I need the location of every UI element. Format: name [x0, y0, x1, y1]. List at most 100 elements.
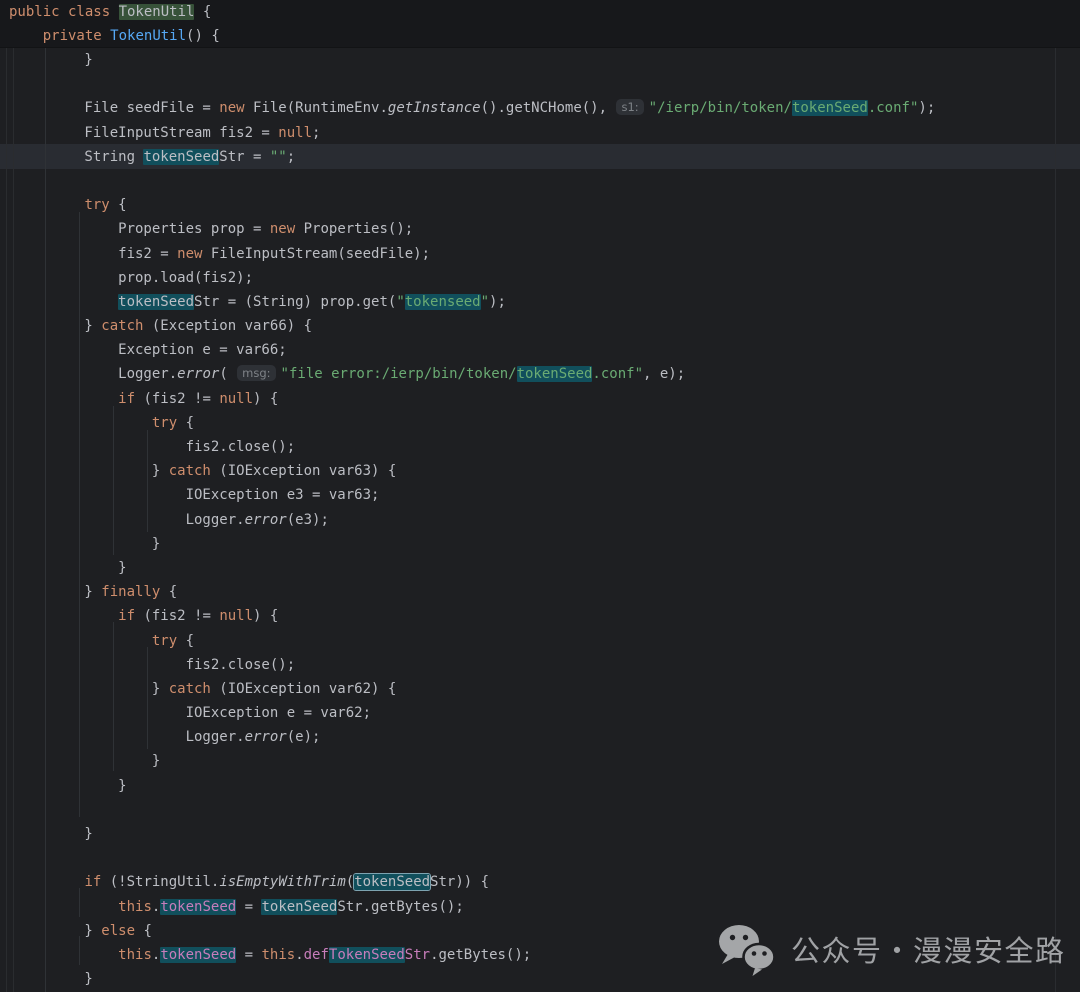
code-token: Str = (String) prop.get( — [194, 294, 396, 310]
code-token: } — [17, 318, 101, 334]
code-token: Properties(); — [295, 221, 413, 237]
code-line[interactable] — [17, 72, 935, 96]
gutter-line — [13, 48, 14, 992]
code-token: else — [101, 923, 135, 939]
code-line[interactable]: } — [17, 774, 935, 798]
code-token: new — [270, 221, 295, 237]
code-line[interactable]: } catch (Exception var66) { — [17, 314, 935, 338]
code-token: (e); — [287, 729, 321, 745]
code-line[interactable]: } — [17, 48, 935, 72]
code-line[interactable]: Logger.error(e3); — [17, 508, 935, 532]
code-line[interactable]: Exception e = var66; — [17, 338, 935, 362]
code-line[interactable] — [17, 169, 935, 193]
code-line[interactable]: try { — [17, 411, 935, 435]
code-token: tokenSeed — [160, 947, 236, 963]
code-token: new — [219, 100, 244, 116]
code-line[interactable] — [17, 798, 935, 822]
code-token: TokenSeed — [329, 947, 405, 963]
code-line[interactable]: fis2.close(); — [17, 653, 935, 677]
code-token: ); — [918, 100, 935, 116]
code-line[interactable]: Logger.error( msg:"file error:/ierp/bin/… — [17, 362, 935, 386]
code-token: Logger. — [17, 366, 177, 382]
code-token: tokenSeed — [160, 899, 236, 915]
code-token: (IOException var63) { — [211, 463, 396, 479]
code-line[interactable]: } — [17, 556, 935, 580]
code-token: this — [261, 947, 295, 963]
code-token: } — [17, 681, 169, 697]
code-line[interactable]: } — [17, 532, 935, 556]
code-token: finally — [101, 584, 160, 600]
code-line[interactable]: Properties prop = new Properties(); — [17, 217, 935, 241]
code-line[interactable]: Logger.error(e); — [17, 725, 935, 749]
code-token: { — [110, 197, 127, 213]
code-line[interactable] — [17, 846, 935, 870]
code-line[interactable]: if (fis2 != null) { — [17, 604, 935, 628]
code-token: private — [43, 28, 102, 44]
code-token — [17, 633, 152, 649]
code-token: ; — [287, 149, 295, 165]
code-token: "" — [270, 149, 287, 165]
code-token — [17, 899, 118, 915]
code-line[interactable]: } — [17, 749, 935, 773]
code-token: (Exception var66) { — [143, 318, 312, 334]
code-line[interactable]: tokenSeedStr = (String) prop.get("tokens… — [17, 290, 935, 314]
code-area[interactable]: } File seedFile = new File(RuntimeEnv.ge… — [17, 48, 935, 991]
code-token: .conf" — [592, 366, 643, 382]
code-token: Logger. — [17, 729, 245, 745]
code-token — [102, 28, 110, 44]
parameter-hint: s1: — [616, 99, 643, 115]
code-token: getInstance — [388, 100, 481, 116]
code-token: } — [17, 753, 160, 769]
code-line[interactable]: prop.load(fis2); — [17, 266, 935, 290]
code-token: } — [17, 52, 93, 68]
code-line[interactable]: } — [17, 822, 935, 846]
code-line[interactable]: try { — [17, 629, 935, 653]
code-line[interactable]: } catch (IOException var62) { — [17, 677, 935, 701]
code-token: tokenSeed — [261, 899, 337, 915]
code-token: } — [17, 536, 160, 552]
code-line[interactable]: if (fis2 != null) { — [17, 387, 935, 411]
code-line[interactable]: IOException e = var62; — [17, 701, 935, 725]
sticky-context-line[interactable]: public class TokenUtil { — [9, 0, 1080, 24]
code-line[interactable]: this.tokenSeed = tokenSeedStr.getBytes()… — [17, 895, 935, 919]
code-token: this — [118, 899, 152, 915]
code-line[interactable]: try { — [17, 193, 935, 217]
code-token: { — [177, 415, 194, 431]
code-token: tokenSeed — [517, 366, 593, 382]
code-token — [17, 608, 118, 624]
code-token: this — [118, 947, 152, 963]
code-token: try — [84, 197, 109, 213]
code-token: Str = — [219, 149, 270, 165]
code-token: } — [17, 971, 93, 987]
code-token: = — [236, 947, 261, 963]
watermark-text: 公众号・漫漫安全路 — [791, 928, 1066, 970]
code-line[interactable]: if (!StringUtil.isEmptyWithTrim(tokenSee… — [17, 870, 935, 894]
code-token — [17, 947, 118, 963]
code-line[interactable]: FileInputStream fis2 = null; — [17, 121, 935, 145]
wechat-icon — [716, 922, 776, 977]
code-token: Str — [405, 947, 430, 963]
code-token: new — [177, 246, 202, 262]
code-token: tokenSeed — [354, 874, 430, 890]
code-token: ); — [489, 294, 506, 310]
code-token: . — [295, 947, 303, 963]
code-token: try — [152, 633, 177, 649]
code-token: fis2.close(); — [17, 657, 295, 673]
code-line[interactable]: File seedFile = new File(RuntimeEnv.getI… — [17, 96, 935, 120]
code-line[interactable]: String tokenSeedStr = ""; — [17, 145, 935, 169]
code-line[interactable]: fis2.close(); — [17, 435, 935, 459]
code-line[interactable]: IOException e3 = var63; — [17, 483, 935, 507]
code-token: " — [396, 294, 404, 310]
code-line[interactable]: fis2 = new FileInputStream(seedFile); — [17, 242, 935, 266]
code-line[interactable]: } catch (IOException var63) { — [17, 459, 935, 483]
code-editor[interactable]: } File seedFile = new File(RuntimeEnv.ge… — [0, 48, 1080, 992]
code-token: ( — [219, 366, 236, 382]
code-line[interactable]: } finally { — [17, 580, 935, 604]
watermark: 公众号・漫漫安全路 — [716, 920, 1066, 978]
code-token: Exception e = var66; — [17, 342, 287, 358]
sticky-context-line[interactable]: private TokenUtil() { — [9, 24, 1080, 48]
ide-screenshot: { "editor": { "sticky_lines": [ [["k","p… — [0, 0, 1080, 992]
code-token: , e); — [643, 366, 685, 382]
code-token: error — [177, 366, 219, 382]
code-token: tokenSeed — [118, 294, 194, 310]
